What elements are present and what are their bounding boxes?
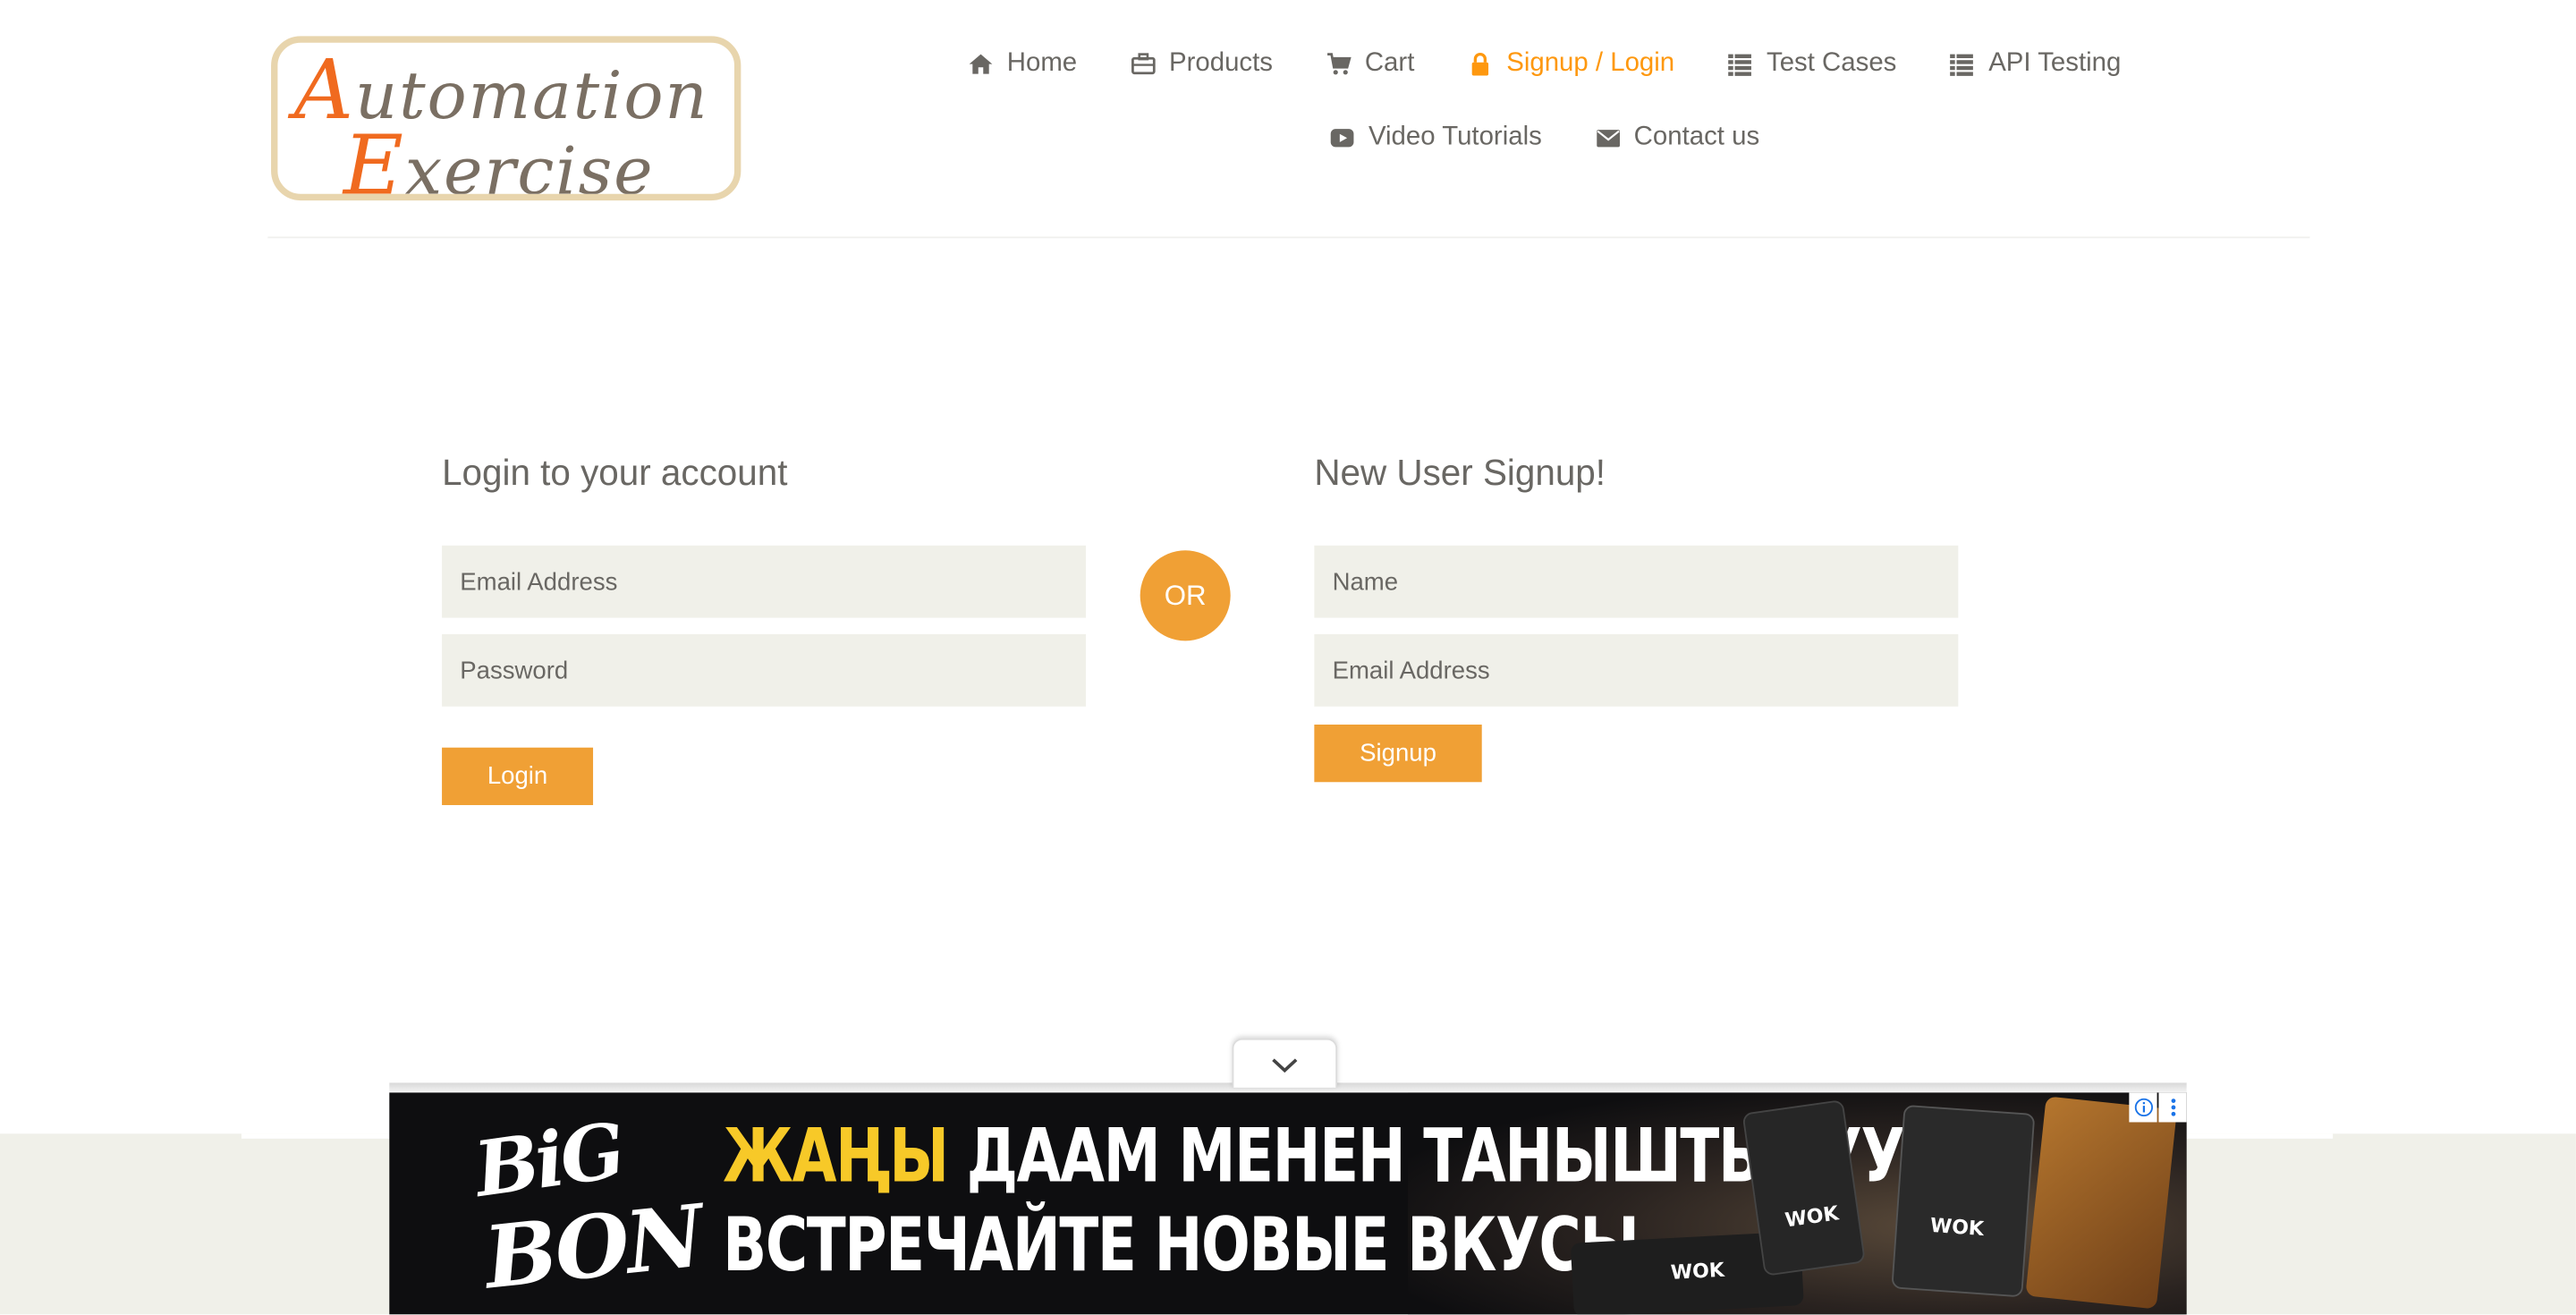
login-password-input[interactable] bbox=[442, 633, 1087, 707]
nav-api-testing-label: API Testing bbox=[1988, 48, 2122, 77]
info-icon bbox=[2133, 1098, 2153, 1117]
nav-video-tutorials[interactable]: Video Tutorials bbox=[1302, 120, 1568, 155]
ad-collapse-button[interactable] bbox=[1232, 1038, 1338, 1088]
nav-contact-us[interactable]: Contact us bbox=[1568, 120, 1785, 155]
list-icon bbox=[1728, 53, 1752, 75]
ad-banner[interactable]: BiG BON ЖАҢЫ ДААМ МЕНЕН ТАНЫШТЫРУУ ВСТРЕ… bbox=[389, 1092, 2187, 1315]
lock-icon bbox=[1471, 52, 1489, 75]
site-logo[interactable]: Automation Exercise bbox=[271, 36, 741, 201]
nav-contact-us-label: Contact us bbox=[1633, 122, 1760, 151]
ad-info-button[interactable] bbox=[2129, 1092, 2157, 1123]
ad-pack-1-label: WOK bbox=[1784, 1201, 1841, 1232]
login-email-input[interactable] bbox=[442, 545, 1087, 618]
logo-line-2: Exercise bbox=[343, 118, 655, 201]
ad-tray-label: WOK bbox=[1670, 1258, 1725, 1285]
ad-headline-1: ЖАҢЫ ДААМ МЕНЕН ТАНЫШТЫРУУ bbox=[723, 1119, 1905, 1193]
envelope-icon bbox=[1596, 129, 1620, 147]
chevron-down-icon bbox=[1272, 1057, 1298, 1073]
ad-product-noodles bbox=[2025, 1096, 2177, 1310]
signup-name-input[interactable] bbox=[1314, 545, 1959, 618]
ad-brand-bottom: BON bbox=[479, 1186, 707, 1310]
nav-home-label: Home bbox=[1006, 48, 1078, 77]
ad-pack-2-label: WOK bbox=[1929, 1213, 1985, 1241]
signup-title: New User Signup! bbox=[1314, 452, 1606, 494]
login-title: Login to your account bbox=[442, 452, 788, 494]
nav-signup-login-label: Signup / Login bbox=[1506, 48, 1675, 77]
signup-email-input[interactable] bbox=[1314, 633, 1959, 707]
ad-menu-button[interactable] bbox=[2158, 1092, 2187, 1123]
home-icon bbox=[969, 53, 993, 73]
ad-headline-2: ВСТРЕЧАЙТЕ НОВЫЕ ВКУСЫ bbox=[723, 1200, 1640, 1288]
nav-test-cases[interactable]: Test Cases bbox=[1701, 46, 1923, 81]
nav-products[interactable]: Products bbox=[1104, 46, 1300, 81]
ad-headline-1-highlight: ЖАҢЫ bbox=[723, 1112, 949, 1200]
list-icon bbox=[1950, 53, 1974, 75]
nav-signup-login[interactable]: Signup / Login bbox=[1441, 46, 1701, 81]
youtube-play-icon bbox=[1330, 128, 1354, 147]
nav-home[interactable]: Home bbox=[941, 46, 1103, 81]
ad-product-pack-2: WOK bbox=[1891, 1104, 2036, 1298]
more-vertical-icon bbox=[2170, 1099, 2175, 1116]
nav-test-cases-label: Test Cases bbox=[1766, 48, 1897, 77]
cart-icon bbox=[1326, 52, 1352, 74]
nav-cart-label: Cart bbox=[1364, 48, 1415, 77]
ad-brand-logo: BiG BON bbox=[426, 1106, 706, 1309]
header-divider bbox=[267, 236, 2310, 239]
nav-video-tutorials-label: Video Tutorials bbox=[1368, 122, 1542, 151]
nav-api-testing[interactable]: API Testing bbox=[1923, 46, 2148, 81]
briefcase-icon bbox=[1131, 52, 1155, 74]
main-nav: Home Products Cart Signup / Login Test C… bbox=[920, 46, 2169, 154]
login-button[interactable]: Login bbox=[442, 747, 594, 805]
or-badge: OR bbox=[1140, 550, 1231, 641]
nav-products-label: Products bbox=[1169, 48, 1273, 77]
nav-cart[interactable]: Cart bbox=[1299, 46, 1440, 81]
signup-button[interactable]: Signup bbox=[1314, 724, 1482, 783]
page: Automation Exercise Home Products Cart S… bbox=[0, 0, 2576, 1315]
